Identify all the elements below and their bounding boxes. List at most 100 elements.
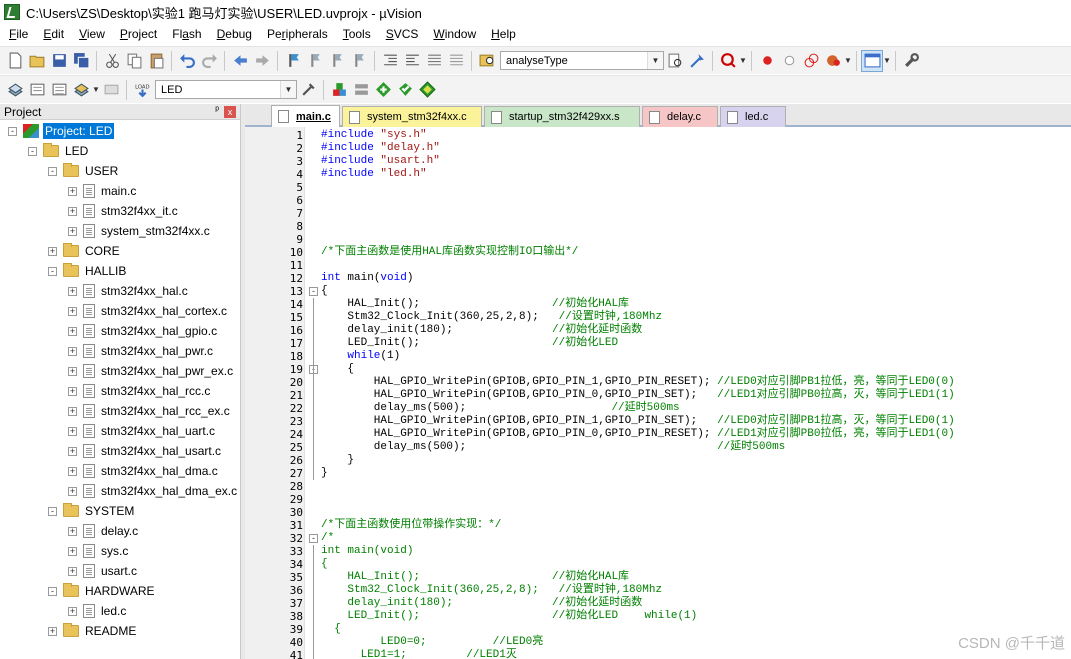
expand-icon[interactable]: + [48, 246, 57, 256]
collapse-icon[interactable]: - [28, 146, 37, 156]
collapse-icon[interactable]: - [8, 126, 17, 136]
incremental-find-icon[interactable] [686, 50, 708, 72]
expand-icon[interactable]: + [68, 366, 77, 376]
tree-file[interactable]: + stm32f4xx_hal_cortex.c [68, 302, 227, 320]
tree-file[interactable]: + led.c [68, 602, 126, 620]
menu-peripherals[interactable]: Peripherals [258, 27, 334, 41]
expand-icon[interactable]: + [68, 406, 77, 416]
menu-flash[interactable]: Flash [163, 27, 207, 41]
fold-toggle-icon[interactable]: - [309, 534, 318, 543]
paste-icon[interactable] [145, 50, 167, 72]
tree-group-core[interactable]: + CORE [48, 242, 120, 260]
pack-installer-icon[interactable] [394, 79, 416, 101]
unindent-icon[interactable] [401, 50, 423, 72]
select-packs-icon[interactable] [350, 79, 372, 101]
batch-build-icon[interactable] [70, 79, 92, 101]
fold-toggle-icon[interactable]: - [309, 287, 318, 296]
chevron-down-icon[interactable]: ▼ [280, 81, 296, 98]
expand-icon[interactable]: + [48, 626, 57, 636]
menu-edit[interactable]: Edit [34, 27, 70, 41]
new-file-icon[interactable] [4, 50, 26, 72]
pin-icon[interactable]: ᵖ [215, 105, 219, 116]
next-bookmark-icon[interactable] [326, 50, 348, 72]
expand-icon[interactable]: + [68, 346, 77, 356]
expand-icon[interactable]: + [68, 206, 77, 216]
expand-icon[interactable]: + [68, 186, 77, 196]
rebuild-icon[interactable] [48, 79, 70, 101]
debug-dropdown-icon[interactable]: ▼ [739, 56, 747, 65]
expand-icon[interactable]: + [68, 226, 77, 236]
window-layout-icon[interactable] [861, 49, 883, 72]
configure-icon[interactable] [900, 50, 922, 72]
component-viewer-icon[interactable] [416, 79, 438, 101]
code-editor[interactable]: 1 2 3 4 5 6 7 8 9 10 11 12 13 14 15 16 17 18 19 20 21 22 23 24 2… [245, 127, 1071, 659]
kill-all-breakpoints-icon[interactable] [822, 50, 844, 72]
expand-icon[interactable]: + [68, 326, 77, 336]
tree-file[interactable]: + stm32f4xx_hal_pwr.c [68, 342, 213, 360]
expand-icon[interactable]: + [68, 566, 77, 576]
menu-tools[interactable]: Tools [334, 27, 377, 41]
translate-icon[interactable] [4, 79, 26, 101]
tree-file[interactable]: + stm32f4xx_hal.c [68, 282, 188, 300]
menu-window[interactable]: Window [424, 27, 482, 41]
tree-file[interactable]: + system_stm32f4xx.c [68, 222, 210, 240]
undo-icon[interactable] [176, 50, 198, 72]
comment-icon[interactable] [423, 50, 445, 72]
tree-file[interactable]: + stm32f4xx_hal_uart.c [68, 422, 215, 440]
debug-session-icon[interactable] [717, 50, 739, 72]
cut-icon[interactable] [101, 50, 123, 72]
disable-all-breakpoints-icon[interactable] [800, 50, 822, 72]
stop-build-icon[interactable] [100, 79, 122, 101]
expand-icon[interactable]: + [68, 286, 77, 296]
collapse-icon[interactable]: - [48, 166, 57, 176]
expand-icon[interactable]: + [68, 486, 77, 496]
collapse-icon[interactable]: - [48, 266, 57, 276]
batch-build-dropdown-icon[interactable]: ▼ [92, 85, 100, 94]
indent-icon[interactable] [379, 50, 401, 72]
tab-main-c[interactable]: main.c [271, 105, 340, 127]
tree-file[interactable]: + usart.c [68, 562, 137, 580]
options-for-target-icon[interactable] [297, 79, 319, 101]
tree-group-hardware[interactable]: - HARDWARE [48, 582, 155, 600]
menu-project[interactable]: Project [111, 27, 163, 41]
expand-icon[interactable]: + [68, 606, 77, 616]
clear-bookmarks-icon[interactable] [348, 50, 370, 72]
tree-file[interactable]: + stm32f4xx_hal_rcc.c [68, 382, 210, 400]
build-icon[interactable] [26, 79, 48, 101]
save-icon[interactable] [48, 50, 70, 72]
expand-icon[interactable]: + [68, 546, 77, 556]
tree-group-user[interactable]: - USER [48, 162, 118, 180]
redo-icon[interactable] [198, 50, 220, 72]
find-in-files-icon[interactable] [476, 50, 498, 72]
manage-project-items-icon[interactable] [328, 79, 350, 101]
tree-group-readme[interactable]: + README [48, 622, 136, 640]
tree-file[interactable]: + delay.c [68, 522, 138, 540]
target-select[interactable]: LED ▼ [155, 80, 297, 99]
menu-svcs[interactable]: SVCS [377, 27, 425, 41]
tab-led-c[interactable]: led.c [720, 106, 786, 127]
menu-help[interactable]: Help [482, 27, 522, 41]
tree-file[interactable]: + stm32f4xx_hal_pwr_ex.c [68, 362, 233, 380]
tree-group-hallib[interactable]: - HALLIB [48, 262, 126, 280]
tree-file[interactable]: + stm32f4xx_it.c [68, 202, 178, 220]
insert-bookmark-icon[interactable] [282, 50, 304, 72]
navigate-forward-icon[interactable] [251, 50, 273, 72]
menu-file[interactable]: File [0, 27, 34, 41]
collapse-icon[interactable]: - [48, 586, 57, 596]
tab-system-stm32f4xx-c[interactable]: system_stm32f4xx.c [342, 106, 482, 127]
chevron-down-icon[interactable]: ▼ [647, 52, 663, 69]
tab-startup-stm32f429xx-s[interactable]: startup_stm32f429xx.s [484, 106, 640, 127]
collapse-icon[interactable]: - [48, 506, 57, 516]
tree-file[interactable]: + sys.c [68, 542, 128, 560]
expand-icon[interactable]: + [68, 526, 77, 536]
insert-breakpoint-icon[interactable] [756, 50, 778, 72]
copy-icon[interactable] [123, 50, 145, 72]
expand-icon[interactable]: + [68, 446, 77, 456]
breakpoints-dropdown-icon[interactable]: ▼ [844, 56, 852, 65]
tree-file[interactable]: + stm32f4xx_hal_gpio.c [68, 322, 217, 340]
expand-icon[interactable]: + [68, 426, 77, 436]
window-layout-dropdown-icon[interactable]: ▼ [883, 56, 891, 65]
tree-group-system[interactable]: - SYSTEM [48, 502, 134, 520]
tree-project-root[interactable]: - Project: LED [8, 122, 115, 140]
tree-file[interactable]: + main.c [68, 182, 136, 200]
